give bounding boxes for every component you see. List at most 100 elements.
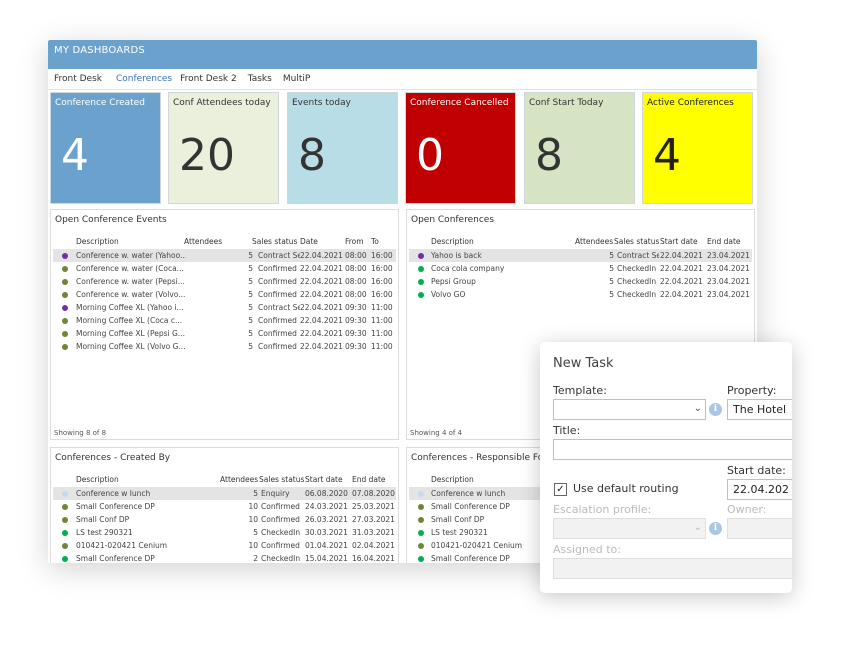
- table-row[interactable]: Pepsi Group 5 CheckedIn 22.04.2021 23.04.202…: [409, 275, 752, 288]
- table-row[interactable]: Conference w. water (Pepsi... 5 Confirmed 2…: [53, 275, 396, 288]
- cell-from: 09:30: [345, 316, 367, 325]
- cell-description: LS test 290321: [76, 528, 133, 537]
- open-conference-events-panel: Open Conference Events Description Atten…: [50, 209, 399, 440]
- kpi-events-today[interactable]: Events today 8: [287, 92, 398, 204]
- cell-end-date: 23.04.2021: [707, 290, 750, 299]
- owner-field[interactable]: [727, 518, 792, 539]
- kpi-conf-start-today[interactable]: Conf Start Today 8: [524, 92, 635, 204]
- status-dot-icon: [62, 253, 68, 259]
- col-header-start-date[interactable]: Start date: [305, 475, 343, 484]
- cell-attendees: 10: [248, 515, 258, 524]
- kpi-conference-cancelled[interactable]: Conference Cancelled 0: [405, 92, 516, 204]
- tab-multip[interactable]: MultiP: [283, 73, 317, 90]
- table-row[interactable]: Small Conference DP 2 CheckedIn 15.04.2021 1…: [53, 552, 396, 565]
- cell-to: 11:00: [371, 329, 393, 338]
- col-header-start-date[interactable]: Start date: [660, 237, 698, 246]
- table-row[interactable]: Small Conf DP 10 Confirmed 26.03.2021 27.03.…: [53, 513, 396, 526]
- cell-sales-status: Confirmed: [261, 502, 300, 511]
- table-row[interactable]: Morning Coffee XL (Volvo G... 5 Confirmed 2…: [53, 340, 396, 353]
- status-dot-icon: [62, 305, 68, 311]
- tab-divider: [48, 89, 757, 90]
- col-header-description[interactable]: Description: [76, 475, 119, 484]
- cell-from: 09:30: [345, 303, 367, 312]
- cell-sales-status: Contract Ser: [258, 251, 300, 260]
- col-header-to[interactable]: To: [371, 237, 379, 246]
- title-input[interactable]: [553, 439, 792, 460]
- cell-attendees: 5: [609, 290, 614, 299]
- cell-from: 08:00: [345, 277, 367, 286]
- kpi-label: Active Conferences: [647, 98, 734, 108]
- kpi-conf-attendees-today[interactable]: Conf Attendees today 20: [168, 92, 279, 204]
- cell-sales-status: CheckedIn: [617, 277, 657, 286]
- cell-start-date: 22.04.2021: [660, 290, 703, 299]
- cell-attendees: 10: [248, 502, 258, 511]
- col-header-sales-status[interactable]: Sales status: [259, 475, 304, 484]
- table-row[interactable]: Volvo GO 5 CheckedIn 22.04.2021 23.04.2021: [409, 288, 752, 301]
- table-row[interactable]: Yahoo is back 5Contract Ser22.04.2021 23.0…: [409, 249, 752, 262]
- tab-tasks[interactable]: Tasks: [248, 73, 279, 90]
- status-dot-icon: [418, 504, 424, 510]
- table-row[interactable]: Conference w lunch 5 Enquiry 06.08.2020 07.0…: [53, 487, 396, 500]
- tab-front-desk[interactable]: Front Desk: [54, 73, 109, 90]
- col-header-from[interactable]: From: [345, 237, 364, 246]
- tab-front-desk-2[interactable]: Front Desk 2: [180, 73, 244, 90]
- table-row[interactable]: LS test 290321 5 CheckedIn 30.03.2021 31.03.…: [53, 526, 396, 539]
- kpi-label: Conf Start Today: [529, 98, 604, 108]
- col-header-attendees[interactable]: Attendees: [184, 237, 222, 246]
- cell-end-date: 31.03.2021: [352, 528, 395, 537]
- cell-description: 010421-020421 Cenium: [76, 541, 168, 550]
- kpi-label: Conference Created: [55, 98, 145, 108]
- col-header-description[interactable]: Description: [431, 475, 474, 484]
- dialog-title: New Task: [553, 356, 614, 371]
- status-dot-icon: [62, 279, 68, 285]
- escalation-profile-select[interactable]: ⌄: [553, 518, 706, 539]
- table-row[interactable]: Conference w. water (Coca... 5 Confirmed 22…: [53, 262, 396, 275]
- cell-from: 08:00: [345, 251, 367, 260]
- table-row[interactable]: 010421-020421 Cenium 10 Confirmed 01.04.202…: [53, 539, 396, 552]
- start-date-field[interactable]: 22.04.202: [727, 479, 792, 500]
- col-header-description[interactable]: Description: [76, 237, 119, 246]
- col-header-end-date[interactable]: End date: [707, 237, 741, 246]
- cell-from: 08:00: [345, 264, 367, 273]
- cell-date: 22.04.2021: [300, 342, 343, 351]
- cell-to: 16:00: [371, 290, 393, 299]
- col-header-end-date[interactable]: End date: [352, 475, 386, 484]
- cell-description: Small Conference DP: [76, 554, 155, 563]
- cell-description: Conference w. water (Pepsi...: [76, 277, 185, 286]
- cell-end-date: 02.04.2021: [352, 541, 395, 550]
- kpi-active-conferences[interactable]: Active Conferences 4: [642, 92, 753, 204]
- table-row[interactable]: Morning Coffee XL (Yahoo i... 5 Contract S…: [53, 301, 396, 314]
- use-default-routing-label[interactable]: Use default routing: [573, 482, 679, 495]
- kpi-label: Events today: [292, 98, 351, 108]
- cell-start-date: 30.03.2021: [305, 528, 348, 537]
- tab-conferences[interactable]: Conferences: [113, 73, 177, 90]
- table-row[interactable]: Conference w. water (Volvo... 5 Confirmed 2…: [53, 288, 396, 301]
- col-header-description[interactable]: Description: [431, 237, 474, 246]
- col-header-sales-status[interactable]: Sales status: [614, 237, 659, 246]
- cell-start-date: 15.04.2021: [305, 554, 348, 563]
- kpi-conference-created[interactable]: Conference Created 4: [50, 92, 161, 204]
- table-row[interactable]: Morning Coffee XL (Coca c... 5 Confirmed 22…: [53, 314, 396, 327]
- table-row[interactable]: Coca cola company 5 CheckedIn 22.04.2021 23.…: [409, 262, 752, 275]
- col-header-attendees[interactable]: Attendees: [575, 237, 613, 246]
- cell-start-date: 22.04.2021: [660, 277, 703, 286]
- table-row[interactable]: Morning Coffee XL (Pepsi G... 5 Confirmed 2…: [53, 327, 396, 340]
- cell-date: 22.04.2021: [300, 316, 343, 325]
- cell-description: Yahoo is back: [431, 251, 482, 260]
- assigned-to-field[interactable]: [553, 558, 792, 579]
- cell-attendees: 5: [248, 290, 253, 299]
- use-default-routing-checkbox[interactable]: ✓: [554, 483, 567, 496]
- col-header-sales-status[interactable]: Sales status: [252, 237, 297, 246]
- template-select[interactable]: ⌄: [553, 399, 706, 420]
- info-icon[interactable]: i: [709, 403, 722, 416]
- info-icon[interactable]: i: [709, 522, 722, 535]
- col-header-attendees[interactable]: Attendees: [220, 475, 258, 484]
- panel-title: Open Conference Events: [55, 215, 167, 225]
- assigned-to-label: Assigned to:: [553, 543, 621, 556]
- table-row[interactable]: Conference w. water (Yahoo... 5 Contract S…: [53, 249, 396, 262]
- cell-from: 09:30: [345, 329, 367, 338]
- property-field[interactable]: The Hotel: [727, 399, 792, 420]
- cell-description: Conference w. water (Coca...: [76, 264, 184, 273]
- table-row[interactable]: Small Conference DP 10 Confirmed 24.03.2021…: [53, 500, 396, 513]
- col-header-date[interactable]: Date: [300, 237, 318, 246]
